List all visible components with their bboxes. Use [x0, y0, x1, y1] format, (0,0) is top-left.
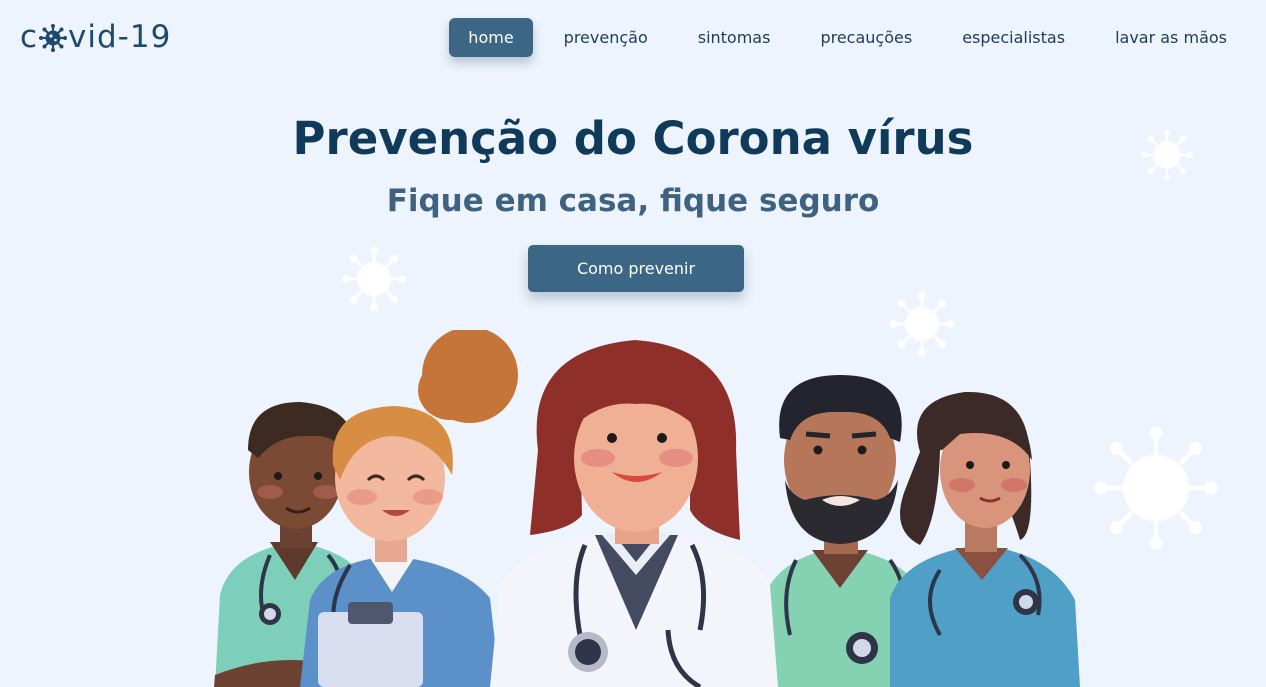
- nav-item-sintomas[interactable]: sintomas: [679, 18, 790, 57]
- hero-subtitle: Fique em casa, fique seguro: [386, 183, 880, 219]
- virus-icon: [39, 24, 68, 52]
- hero-title: Prevenção do Corona vírus: [292, 112, 974, 165]
- site-logo[interactable]: c vid-19: [20, 15, 171, 59]
- como-prevenir-button[interactable]: Como prevenir: [528, 245, 744, 292]
- main-nav: home prevenção sintomas precauções espec…: [449, 18, 1246, 57]
- nav-item-lavar-as-maos[interactable]: lavar as mãos: [1096, 18, 1246, 57]
- nav-item-especialistas[interactable]: especialistas: [943, 18, 1084, 57]
- doctor-figure-5: [890, 391, 1080, 687]
- healthcare-workers-illustration: [214, 330, 1080, 687]
- doctor-figure-2: [300, 330, 518, 687]
- logo-text-suffix: vid-19: [68, 19, 172, 55]
- virus-decoration-icon: [1141, 129, 1193, 181]
- logo-text-prefix: c: [20, 19, 39, 55]
- nav-item-precaucoes[interactable]: precauções: [801, 18, 931, 57]
- virus-decoration-icon: [1094, 426, 1218, 550]
- doctor-figure-3: [490, 340, 778, 687]
- virus-decoration-icon: [341, 246, 407, 312]
- nav-item-prevencao[interactable]: prevenção: [545, 18, 667, 57]
- nav-item-home[interactable]: home: [449, 18, 533, 57]
